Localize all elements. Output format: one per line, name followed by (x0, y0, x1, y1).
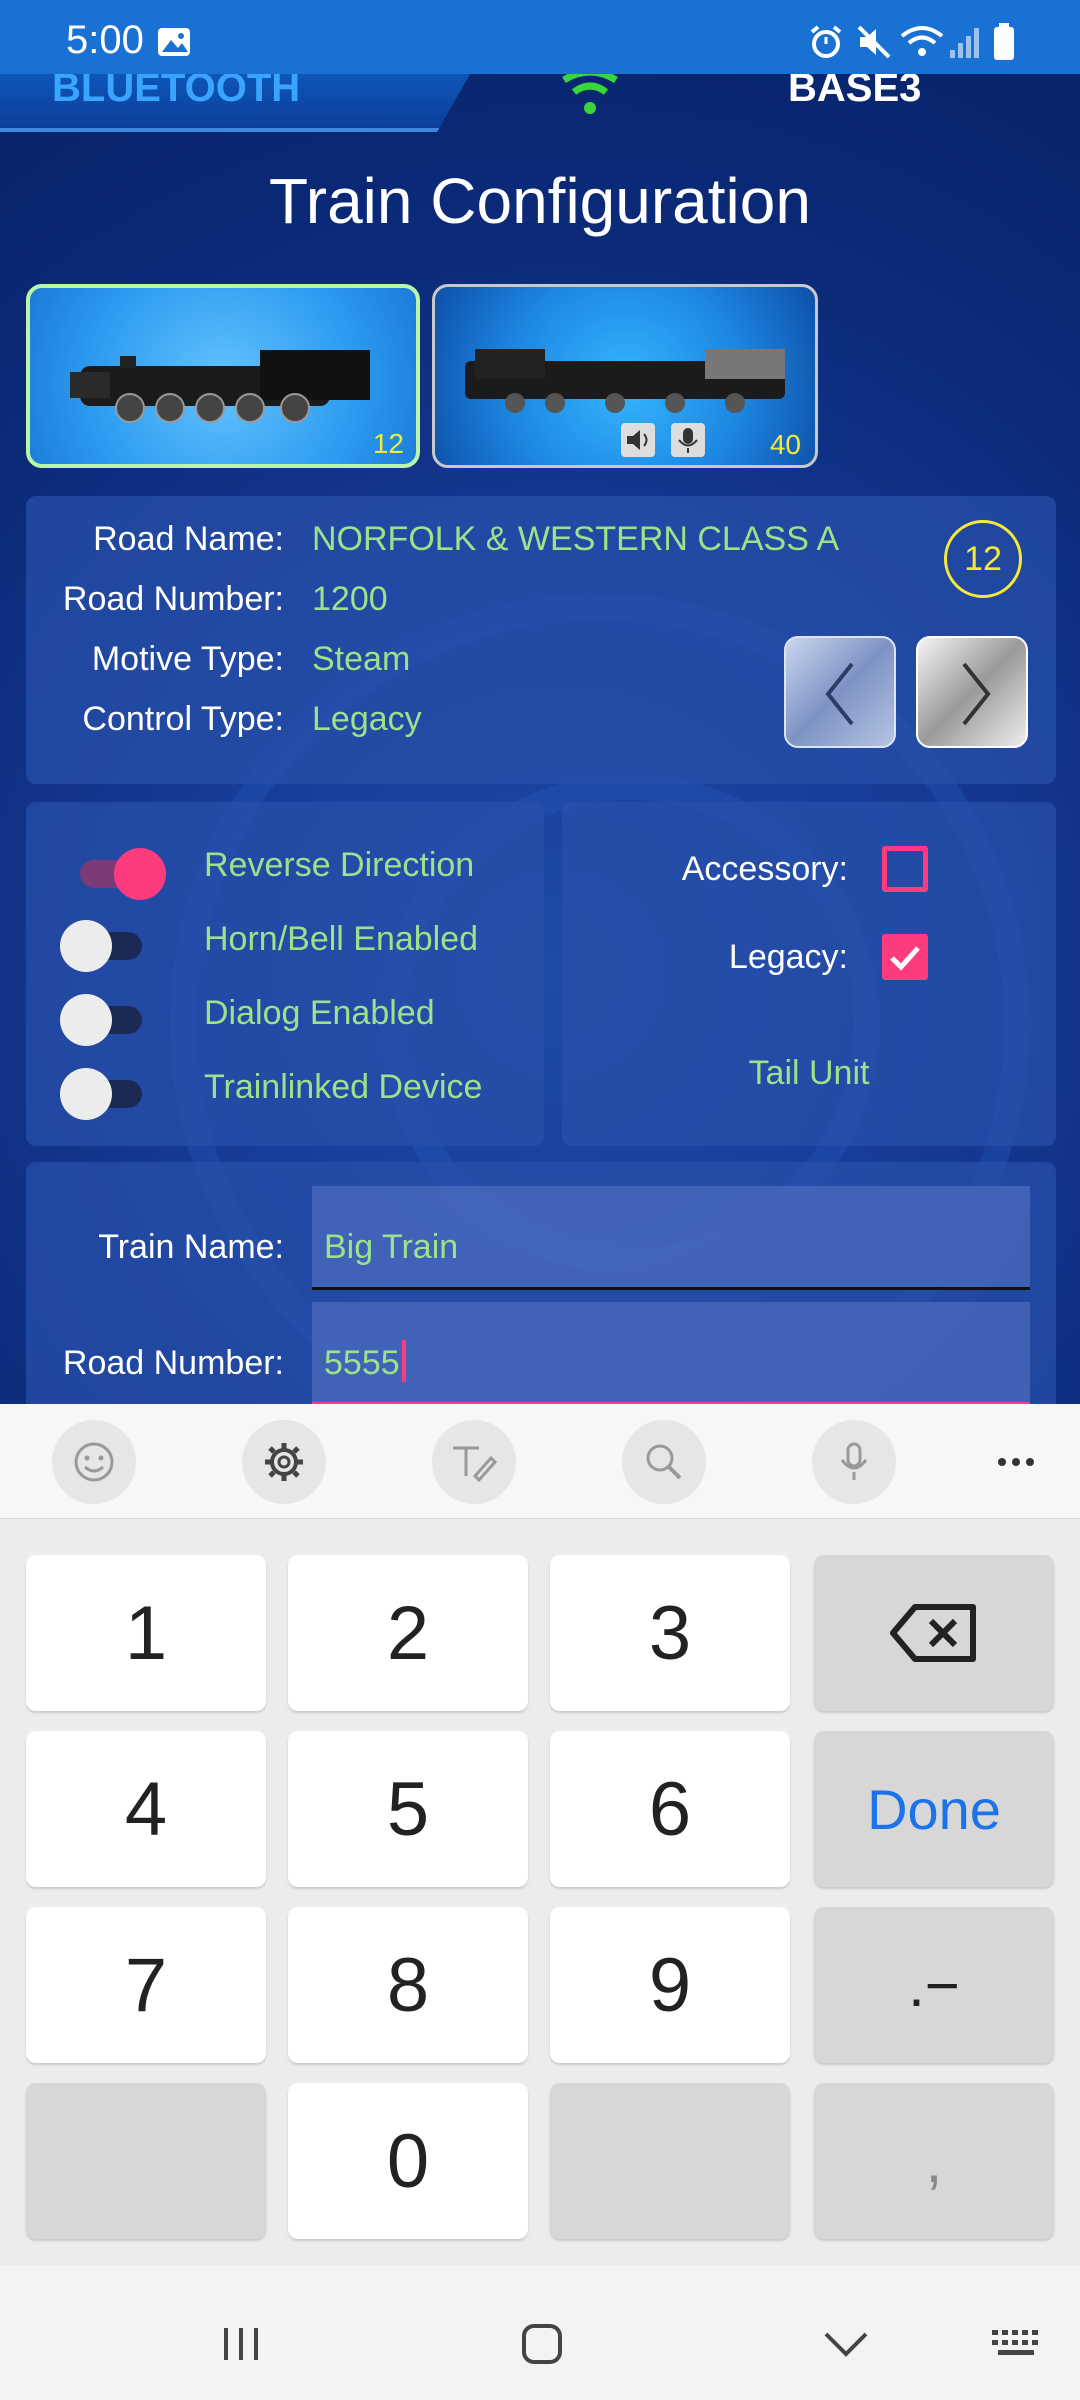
signal-icon (950, 28, 979, 58)
train-name-value: Big Train (324, 1228, 459, 1266)
blank-key-left (26, 2083, 266, 2239)
gallery-notification-icon (158, 28, 190, 56)
wifi-connected-icon (562, 74, 618, 114)
road-name-label: Road Name: (93, 520, 284, 558)
home-icon[interactable] (520, 2322, 564, 2366)
trainlinked-toggle[interactable] (60, 1066, 170, 1122)
key-3[interactable]: 3 (550, 1555, 790, 1711)
dialog-label: Dialog Enabled (204, 994, 435, 1032)
more-icon (998, 1458, 1034, 1466)
diesel-locomotive-image (465, 349, 785, 413)
previous-button[interactable] (784, 636, 896, 748)
hide-keyboard-icon[interactable] (822, 2326, 870, 2362)
motive-type-label: Motive Type: (91, 640, 284, 678)
reverse-direction-label: Reverse Direction (204, 846, 475, 884)
bluetooth-tab[interactable]: BLUETOOTH (0, 74, 470, 132)
page-title: Train Configuration (269, 165, 811, 237)
status-bar: 5:00 (0, 0, 1080, 74)
road-number-value: 1200 (312, 580, 388, 618)
mute-icon (857, 25, 891, 59)
control-type-value: Legacy (312, 700, 422, 738)
next-button[interactable] (916, 636, 1028, 748)
train-thumbnail-1[interactable]: 12 (26, 284, 420, 468)
horn-bell-toggle[interactable] (60, 918, 170, 974)
backspace-icon (890, 1604, 976, 1662)
search-icon (646, 1444, 682, 1480)
reverse-direction-toggle[interactable] (60, 846, 170, 902)
motive-type-value: Steam (312, 640, 411, 678)
alarm-icon (810, 25, 842, 58)
road-number-input-label: Road Number: (62, 1344, 284, 1382)
base-label: BASE3 (788, 74, 922, 110)
emoji-icon (74, 1442, 114, 1482)
microphone-icon (671, 423, 705, 457)
control-type-label: Control Type: (82, 700, 284, 738)
more-options-button[interactable] (990, 1440, 1046, 1484)
train-id-badge: 12 (944, 520, 1022, 598)
chevron-left-icon (825, 662, 854, 726)
trainlinked-label: Trainlinked Device (204, 1068, 483, 1106)
keyboard-toolbar (0, 1404, 1080, 1519)
battery-icon (994, 23, 1014, 60)
road-number-input[interactable]: 5555 (312, 1302, 1030, 1404)
accessory-checkbox[interactable] (882, 846, 928, 892)
gear-icon (265, 1443, 303, 1481)
keyboard-keys: 1 2 3 4 5 6 Done 7 8 9 .− 0 , (0, 1519, 1080, 2265)
train-name-label: Train Name: (98, 1228, 284, 1266)
thumbnail-number: 12 (372, 428, 404, 459)
train-thumbnail-2[interactable]: 40 (432, 284, 818, 468)
key-4[interactable]: 4 (26, 1731, 266, 1887)
punctuation-key[interactable]: .− (814, 1907, 1054, 2063)
accessory-label: Accessory: (681, 850, 848, 888)
emoji-button[interactable] (52, 1420, 136, 1504)
road-number-label: Road Number: (62, 580, 284, 618)
blank-key-right (550, 2083, 790, 2239)
legacy-checkbox[interactable] (882, 934, 928, 980)
key-2[interactable]: 2 (288, 1555, 528, 1711)
navigation-bar (0, 2296, 1080, 2400)
handwriting-button[interactable] (432, 1420, 516, 1504)
bluetooth-tab-label: BLUETOOTH (52, 74, 301, 110)
search-button[interactable] (622, 1420, 706, 1504)
text-cursor (402, 1340, 406, 1382)
road-name-value: NORFOLK & WESTERN CLASS A (312, 520, 840, 558)
settings-button[interactable] (242, 1420, 326, 1504)
dialog-toggle[interactable] (60, 992, 170, 1048)
train-info-panel: Road Name: NORFOLK & WESTERN CLASS A Roa… (26, 496, 1056, 784)
key-8[interactable]: 8 (288, 1907, 528, 2063)
key-6[interactable]: 6 (550, 1731, 790, 1887)
road-number-input-value: 5555 (324, 1344, 400, 1382)
horn-bell-label: Horn/Bell Enabled (204, 920, 479, 958)
text-edit-icon (453, 1446, 498, 1483)
key-0[interactable]: 0 (288, 2083, 528, 2239)
recent-apps-icon[interactable] (218, 2322, 264, 2366)
speaker-icon (621, 423, 655, 457)
legacy-label: Legacy: (728, 938, 848, 976)
key-7[interactable]: 7 (26, 1907, 266, 2063)
microphone-icon (840, 1442, 868, 1480)
keyboard-switch-icon[interactable] (990, 2328, 1042, 2360)
train-configuration-screen: BLUETOOTH BASE3 Train Configuration 12 4… (0, 74, 1080, 1404)
options-panel: Accessory: Legacy: Tail Unit (562, 802, 1056, 1146)
key-1[interactable]: 1 (26, 1555, 266, 1711)
tail-unit-label[interactable]: Tail Unit (562, 1054, 1056, 1093)
checkmark-icon (890, 946, 920, 971)
voice-input-button[interactable] (812, 1420, 896, 1504)
key-9[interactable]: 9 (550, 1907, 790, 2063)
wifi-icon (900, 26, 944, 56)
thumbnail-number: 40 (769, 429, 801, 460)
key-5[interactable]: 5 (288, 1731, 528, 1887)
backspace-key[interactable] (814, 1555, 1054, 1711)
steam-locomotive-image (70, 350, 370, 423)
status-time: 5:00 (66, 18, 144, 62)
comma-key[interactable]: , (814, 2083, 1054, 2239)
toggles-panel: Reverse Direction Horn/Bell Enabled Dial… (26, 802, 544, 1146)
done-key[interactable]: Done (814, 1731, 1054, 1887)
numeric-keyboard: 1 2 3 4 5 6 Done 7 8 9 .− 0 , (0, 1404, 1080, 2400)
edit-form-panel: Train Name: Big Train Road Number: 5555 (26, 1162, 1056, 1404)
train-name-input[interactable]: Big Train (312, 1186, 1030, 1290)
chevron-right-icon (962, 662, 991, 726)
